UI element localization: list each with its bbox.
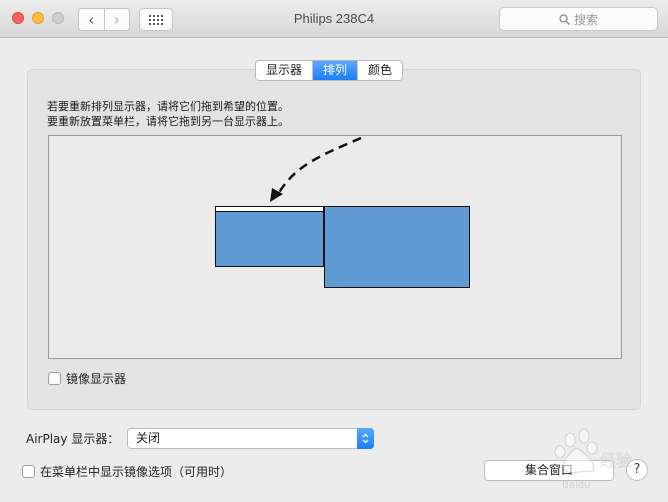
airplay-value: 关闭 <box>136 431 161 445</box>
show-mirroring-row[interactable]: 在菜单栏中显示镜像选项（可用时） <box>22 463 232 480</box>
tab-display[interactable]: 显示器 <box>256 61 312 80</box>
show-mirroring-label: 在菜单栏中显示镜像选项（可用时） <box>40 465 233 479</box>
gather-windows-button[interactable]: 集合窗口 <box>484 460 614 481</box>
show-mirroring-checkbox[interactable] <box>22 465 35 478</box>
mirror-displays-label: 镜像显示器 <box>66 372 127 386</box>
instruction-line-1: 若要重新排列显示器，请将它们拖到希望的位置。 <box>47 100 289 113</box>
tab-arrangement[interactable]: 排列 <box>312 61 358 80</box>
arrangement-instructions: 若要重新排列显示器，请将它们拖到希望的位置。 要重新放置菜单栏，请将它拖到另一台… <box>47 99 289 129</box>
title-bar: ‹ › Philips 238C4 搜索 <box>0 0 668 38</box>
airplay-label: AirPlay 显示器： <box>26 432 120 446</box>
menu-bar-indicator[interactable] <box>216 207 323 212</box>
popup-arrows-icon <box>357 428 374 449</box>
search-placeholder: 搜索 <box>573 12 598 27</box>
search-icon <box>559 13 570 25</box>
airplay-popup[interactable]: 关闭 <box>127 428 374 449</box>
search-field[interactable]: 搜索 <box>499 7 658 31</box>
tab-bar: 显示器 排列 颜色 <box>255 60 404 81</box>
baidu-watermark-logo: 经验 Baidu <box>554 428 632 491</box>
svg-text:Baidu: Baidu <box>562 480 590 491</box>
instruction-line-2: 要重新放置菜单栏，请将它拖到另一台显示器上。 <box>47 115 289 128</box>
mirror-displays-row[interactable]: 镜像显示器 <box>48 370 126 387</box>
mirror-displays-checkbox[interactable] <box>48 372 61 385</box>
display-secondary[interactable] <box>215 206 324 267</box>
display-primary[interactable] <box>324 206 470 288</box>
tab-color[interactable]: 颜色 <box>357 61 402 80</box>
help-button[interactable]: ? <box>626 459 648 481</box>
display-arrangement-area <box>48 135 622 359</box>
